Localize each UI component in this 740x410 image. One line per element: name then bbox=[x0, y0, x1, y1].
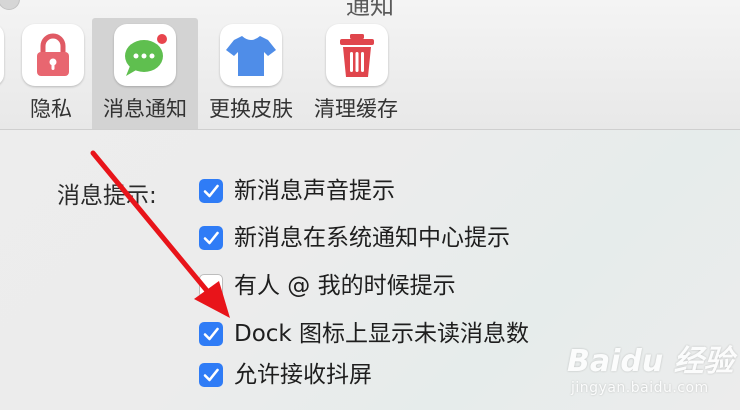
checkmark-icon bbox=[203, 327, 219, 341]
notification-center-checkbox[interactable] bbox=[199, 226, 223, 250]
tab-notifications-label: 消息通知 bbox=[103, 97, 187, 121]
tab-skins-label: 更换皮肤 bbox=[209, 97, 293, 121]
mention-alert-checkbox[interactable] bbox=[199, 274, 223, 298]
new-message-sound-checkbox[interactable] bbox=[199, 179, 223, 203]
dock-unread-count-label: Dock 图标上显示未读消息数 bbox=[234, 321, 530, 347]
lock-icon bbox=[22, 24, 84, 86]
checkmark-icon bbox=[203, 368, 219, 382]
notification-center-label: 新消息在系统通知中心提示 bbox=[234, 225, 510, 251]
allow-screen-shake-label: 允许接收抖屏 bbox=[234, 362, 372, 388]
mention-alert-label: 有人 @ 我的时候提示 bbox=[234, 273, 456, 299]
allow-screen-shake-checkbox[interactable] bbox=[199, 363, 223, 387]
tab-clear-cache[interactable]: 清理缓存 bbox=[308, 18, 404, 129]
tab-clear-cache-label: 清理缓存 bbox=[314, 97, 398, 121]
dock-unread-count-checkbox[interactable] bbox=[199, 322, 223, 346]
tab-notifications[interactable]: 消息通知 bbox=[92, 18, 198, 129]
message-alerts-label: 消息提示: bbox=[57, 183, 157, 209]
tab-privacy-label: 隐私 bbox=[30, 97, 72, 121]
new-message-sound-label: 新消息声音提示 bbox=[234, 178, 395, 204]
tab-privacy[interactable]: 隐私 bbox=[0, 18, 90, 129]
tab-skins[interactable]: 更换皮肤 bbox=[204, 18, 298, 129]
watermark-url: jingyan.baidu.com bbox=[571, 380, 709, 396]
previous-tab-icon bbox=[0, 24, 4, 86]
baidu-watermark: Baidu 经验 jingyan.baidu.com bbox=[567, 328, 737, 408]
preferences-toolbar: 通知 隐私 消息通知 更换皮肤 清理缓存 bbox=[0, 0, 740, 130]
watermark-logo-text: Baidu 经验 bbox=[567, 344, 734, 379]
checkmark-icon bbox=[203, 184, 219, 198]
chat-bubble-icon bbox=[114, 24, 176, 86]
tshirt-icon bbox=[220, 24, 282, 86]
trash-icon bbox=[326, 24, 388, 86]
checkmark-icon bbox=[203, 231, 219, 245]
